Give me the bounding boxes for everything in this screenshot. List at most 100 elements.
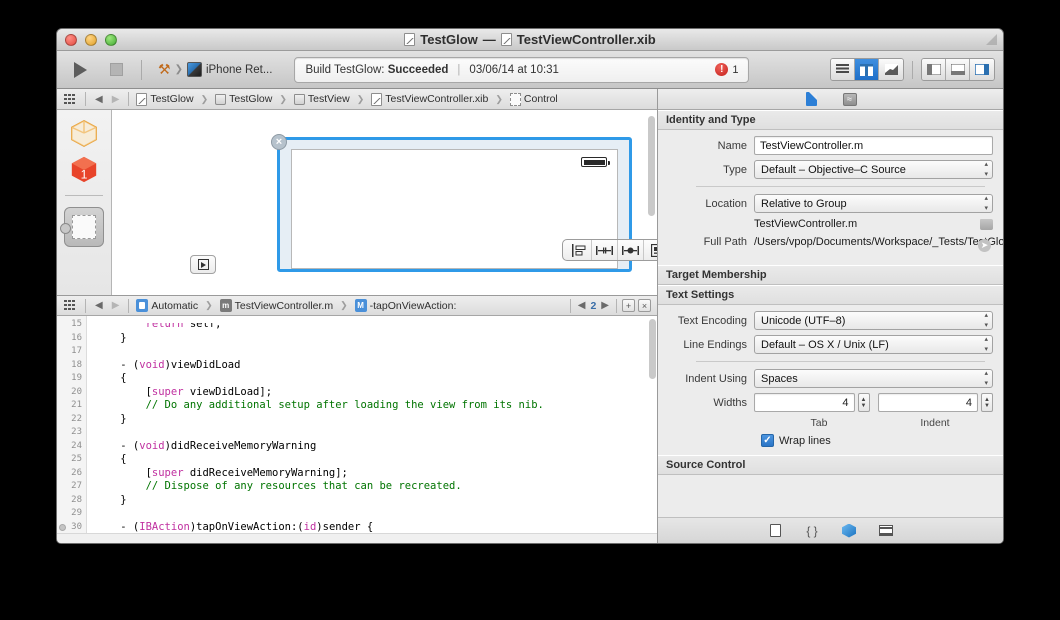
indent-width-stepper[interactable]: ▲ ▼ [981, 393, 993, 412]
indent-width-field[interactable]: 4 [877, 393, 978, 412]
line-endings-label: Line Endings [683, 338, 747, 351]
control-icon [509, 92, 521, 106]
ib-canvas[interactable]: × [112, 110, 657, 295]
location-popup[interactable]: Relative to Group [754, 194, 993, 214]
activity-view[interactable]: Build TestGlow: Succeeded | 03/06/14 at … [294, 56, 750, 83]
file-inspector-tab[interactable] [804, 92, 820, 107]
source-code-editor[interactable]: 1516171819202122232425262728293031323334… [57, 316, 657, 533]
minimize-window-button[interactable] [85, 33, 97, 46]
code-go-back-button[interactable]: ◀ [93, 300, 105, 311]
section-identity-and-type[interactable]: Identity and Type [658, 110, 1003, 130]
code-line: // Do any additional setup after loading… [145, 399, 544, 411]
title-bar: TestGlow — TestViewController.xib [57, 29, 1003, 51]
close-window-button[interactable] [65, 33, 77, 46]
chevron-right-icon: ❯ [205, 300, 213, 310]
breadcrumb-item-group2[interactable]: TestView [293, 93, 350, 105]
breadcrumb-item-project[interactable]: TestGlow [136, 92, 194, 106]
xib-icon [371, 92, 383, 106]
file-template-library-button[interactable] [768, 523, 783, 538]
canvas-scrollbar[interactable] [648, 116, 655, 216]
close-assistant-editor-button[interactable]: × [638, 299, 651, 312]
close-icon[interactable]: × [271, 134, 287, 150]
choose-folder-icon[interactable] [980, 218, 993, 230]
code-line: { [95, 372, 127, 384]
media-library-button[interactable] [879, 523, 894, 538]
related-items-icon[interactable] [64, 93, 75, 105]
add-assistant-editor-button[interactable]: + [622, 299, 635, 312]
editor-horizontal-scrollbar[interactable] [57, 533, 657, 543]
interface-builder-area: 1 × [57, 110, 657, 295]
assistant-editor-button[interactable] [855, 59, 879, 80]
reveal-in-finder-icon[interactable]: ➤ [978, 239, 991, 252]
go-back-button[interactable]: ◀ [93, 94, 105, 105]
name-field[interactable]: TestViewController.m [754, 136, 993, 155]
preview-toggle-button[interactable] [190, 255, 216, 274]
encoding-popup[interactable]: Unicode (UTF–8) [754, 311, 993, 331]
chevron-right-icon: ❯ [340, 300, 348, 310]
source-code-text[interactable]: return self; } - (void)viewDidLoad { [su… [87, 316, 657, 533]
type-popup[interactable]: Default – Objective–C Source [754, 160, 993, 180]
breadcrumb-item-control[interactable]: Control [509, 92, 558, 106]
line-endings-row: Line Endings Default – OS X / Unix (LF) [662, 335, 993, 355]
toggle-navigator-button[interactable] [922, 59, 946, 80]
object-library-button[interactable] [842, 523, 857, 538]
folder-icon [215, 94, 227, 105]
warning-cube-icon[interactable]: 1 [69, 154, 99, 184]
file-cube-icon[interactable] [69, 118, 99, 148]
related-items-icon[interactable] [64, 300, 75, 311]
code-line: // Dispose of any resources that can be … [145, 480, 462, 492]
window-title-separator: — [482, 32, 496, 47]
resolve-issues-button[interactable] [618, 240, 644, 260]
line-number: 17 [71, 346, 82, 356]
breadcrumb-item-method[interactable]: M -tapOnViewAction: [354, 299, 456, 312]
breadcrumb-item-group1[interactable]: TestGlow [215, 93, 272, 105]
breadcrumb-item-automatic[interactable]: Automatic [136, 299, 198, 312]
toolbar-right-controls [830, 58, 995, 81]
toggle-debug-area-button[interactable] [946, 59, 970, 80]
wrap-lines-checkbox[interactable]: ✓ [761, 434, 774, 447]
activity-timestamp: 03/06/14 at 10:31 [469, 63, 559, 76]
pin-button[interactable] [592, 240, 618, 260]
editor-scrollbar[interactable] [649, 319, 656, 379]
resize-behavior-button[interactable] [644, 240, 657, 260]
align-button[interactable] [566, 240, 592, 260]
zoom-window-button[interactable] [105, 33, 117, 46]
next-counterpart-button[interactable]: ▶ [599, 300, 611, 311]
scheme-selector[interactable]: ⚒ ❯ iPhone Ret... [152, 59, 278, 80]
tab-width-field[interactable]: 4 [754, 393, 855, 412]
view-controller-canvas[interactable]: × [271, 134, 657, 272]
code-snippet-library-button[interactable]: { } [805, 523, 820, 538]
wrap-lines-row[interactable]: ✓ Wrap lines [662, 434, 993, 447]
quick-help-tab[interactable]: ≈ [842, 92, 858, 107]
full-path-value: /Users/vpop/Documents/Workspace/_Tests/T… [754, 236, 1004, 248]
breadcrumb-label: Control [523, 93, 558, 105]
run-button[interactable] [65, 58, 95, 82]
full-path-label: Full Path [703, 236, 747, 248]
code-go-forward-button[interactable]: ▶ [110, 300, 122, 311]
svg-text:1: 1 [81, 167, 88, 181]
resize-handle[interactable] [985, 33, 998, 46]
line-number-gutter[interactable]: 1516171819202122232425262728293031323334… [57, 316, 87, 533]
error-badge[interactable]: ! 1 [715, 63, 738, 76]
version-editor-button[interactable] [879, 59, 903, 80]
go-forward-button[interactable]: ▶ [110, 94, 122, 105]
breadcrumb-item-file[interactable]: TestViewController.xib [371, 92, 488, 106]
indent-using-popup[interactable]: Spaces [754, 369, 993, 389]
selection-tool-icon[interactable] [60, 207, 104, 247]
type-row: Type Default – Objective–C Source [662, 160, 993, 180]
tab-width-stepper[interactable]: ▲ ▼ [857, 393, 870, 412]
section-target-membership[interactable]: Target Membership [658, 265, 1003, 285]
code-jump-bar: ◀ ▶ Automatic ❯ m TestViewController.m ❯… [57, 295, 657, 316]
breakpoint-icon[interactable] [59, 523, 66, 531]
stop-button[interactable] [101, 58, 131, 82]
line-endings-popup[interactable]: Default – OS X / Unix (LF) [754, 335, 993, 355]
toggle-utilities-button[interactable] [970, 59, 994, 80]
indent-using-label: Indent Using [685, 372, 747, 385]
breadcrumb-item-mfile[interactable]: m TestViewController.m [219, 299, 333, 312]
file-name-row: TestViewController.m [662, 218, 993, 230]
standard-editor-button[interactable] [831, 59, 855, 80]
previous-counterpart-button[interactable]: ◀ [576, 300, 588, 311]
name-label: Name [717, 139, 747, 152]
section-source-control[interactable]: Source Control [658, 455, 1003, 475]
section-text-settings[interactable]: Text Settings [658, 285, 1003, 305]
